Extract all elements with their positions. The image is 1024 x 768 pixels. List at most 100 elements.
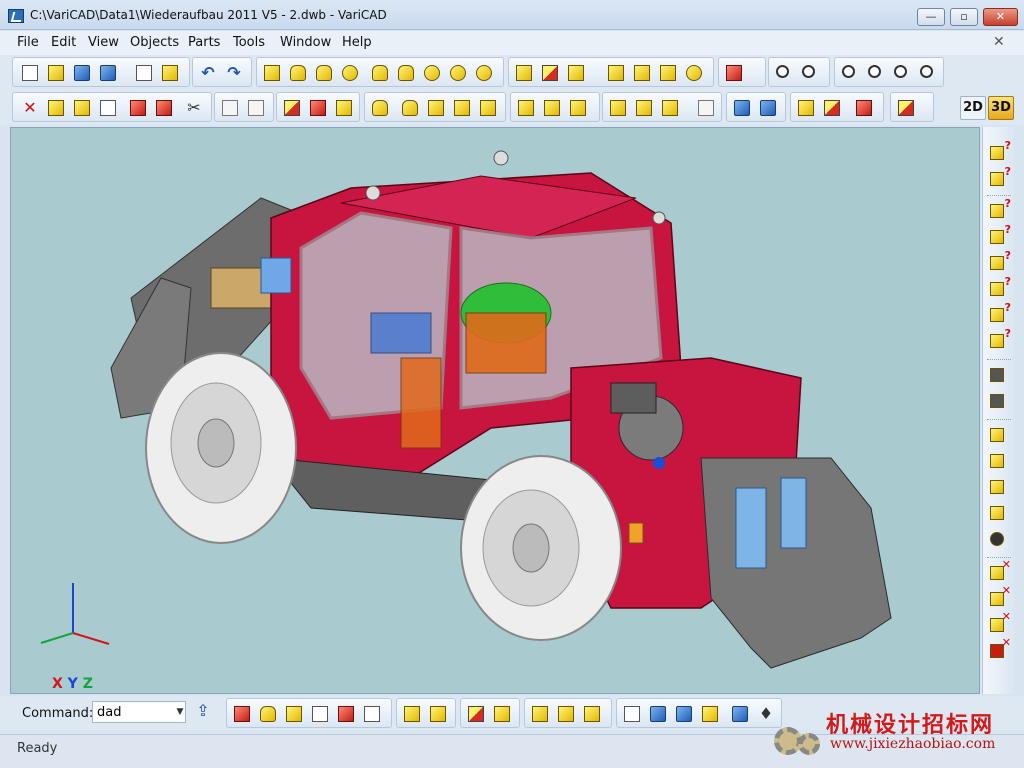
cylinder-icon[interactable] xyxy=(287,62,309,84)
box-solid-icon[interactable] xyxy=(231,703,253,725)
revolve-icon[interactable] xyxy=(473,62,495,84)
export-icon[interactable] xyxy=(853,97,875,119)
menu-help[interactable]: Help xyxy=(342,35,372,50)
measure-edge-icon[interactable]: ? xyxy=(987,249,1011,275)
fillet-icon[interactable] xyxy=(451,97,473,119)
boolean-sub-icon[interactable] xyxy=(515,97,537,119)
zoom-out-icon[interactable] xyxy=(865,62,887,84)
profile-l-icon[interactable] xyxy=(283,703,305,725)
explode-icon[interactable] xyxy=(633,97,655,119)
measure-mass-icon[interactable]: ? xyxy=(987,327,1011,353)
check-icon[interactable] xyxy=(795,97,817,119)
section-view-icon[interactable] xyxy=(309,703,331,725)
section-detail-icon[interactable] xyxy=(335,703,357,725)
boolean-add-icon[interactable] xyxy=(477,97,499,119)
edit-group-icon[interactable] xyxy=(427,703,449,725)
menu-parts[interactable]: Parts xyxy=(188,35,220,50)
insert-part-icon[interactable] xyxy=(659,97,681,119)
measure-volume-icon[interactable]: ? xyxy=(987,301,1011,327)
menu-tools[interactable]: Tools xyxy=(233,35,265,50)
delete-d-icon[interactable]: ✕ xyxy=(987,636,1011,663)
redo-icon[interactable]: ↷ xyxy=(223,62,245,84)
delete-c-icon[interactable]: ✕ xyxy=(987,610,1011,637)
kinematics-icon[interactable] xyxy=(757,97,779,119)
command-dropdown-icon[interactable]: ▼ xyxy=(174,702,186,722)
zoom-next-icon[interactable] xyxy=(917,62,939,84)
trim-icon[interactable]: ✂ xyxy=(183,97,205,119)
menu-view[interactable]: View xyxy=(88,35,119,50)
menu-window[interactable]: Window xyxy=(280,35,331,50)
rotate-part-icon[interactable] xyxy=(987,475,1011,499)
sphere-icon[interactable] xyxy=(339,62,361,84)
save-all-icon[interactable] xyxy=(97,62,119,84)
section-cut-icon[interactable] xyxy=(361,703,383,725)
verify-icon[interactable] xyxy=(699,703,721,725)
links-icon[interactable] xyxy=(673,703,695,725)
check-all-toolbar-icon[interactable] xyxy=(821,97,843,119)
maximize-button[interactable]: ▫ xyxy=(950,8,978,26)
document-close-button[interactable]: ✕ xyxy=(993,34,1005,50)
mirror-icon[interactable] xyxy=(127,97,149,119)
measure-surface-icon[interactable]: ? xyxy=(987,275,1011,301)
profile-icon[interactable] xyxy=(631,62,653,84)
menu-objects[interactable]: Objects xyxy=(130,35,179,50)
check-interference-icon[interactable] xyxy=(987,363,1011,387)
group-icon[interactable] xyxy=(567,97,589,119)
title-bar[interactable]: C:\VariCAD\Data1\Wiederaufbau 2011 V5 - … xyxy=(0,0,1024,30)
command-input[interactable] xyxy=(92,701,186,723)
export-part-icon[interactable] xyxy=(987,501,1011,525)
snap-icon[interactable] xyxy=(729,703,751,725)
settings-icon[interactable] xyxy=(555,703,577,725)
open-file-icon[interactable] xyxy=(45,62,67,84)
copy-icon[interactable] xyxy=(133,62,155,84)
attributes-icon[interactable] xyxy=(465,703,487,725)
measure-coord-icon[interactable]: ? xyxy=(987,223,1011,249)
add-part-icon[interactable] xyxy=(491,703,513,725)
thread-icon[interactable] xyxy=(399,97,421,119)
assembly-icon[interactable] xyxy=(695,97,717,119)
move-object-icon[interactable] xyxy=(71,97,93,119)
attribute-icon[interactable] xyxy=(97,97,119,119)
chamfer-icon[interactable] xyxy=(425,97,447,119)
bend-icon[interactable] xyxy=(421,62,443,84)
parts-library-icon[interactable] xyxy=(895,97,917,119)
bom-icon[interactable] xyxy=(621,703,643,725)
move-up-icon[interactable] xyxy=(987,449,1011,473)
3d-viewport[interactable] xyxy=(10,127,980,694)
move-down-icon[interactable] xyxy=(987,423,1011,447)
light-icon[interactable]: ♦ xyxy=(755,703,777,725)
ungroup-icon[interactable] xyxy=(607,97,629,119)
refresh-icon[interactable] xyxy=(987,527,1011,551)
rib-icon[interactable] xyxy=(683,62,705,84)
delete-icon[interactable]: ✕ xyxy=(19,97,41,119)
transform-icon[interactable] xyxy=(45,97,67,119)
minimize-button[interactable]: — xyxy=(917,8,945,26)
command-execute-icon[interactable]: ⇪ xyxy=(192,701,214,723)
zoom-prev-icon[interactable] xyxy=(891,62,913,84)
edit-solid-icon[interactable] xyxy=(401,703,423,725)
constraint-icon[interactable] xyxy=(731,97,753,119)
delete-b-icon[interactable]: ✕ xyxy=(987,584,1011,611)
wireframe-icon[interactable] xyxy=(219,97,241,119)
drill-icon[interactable] xyxy=(369,97,391,119)
rotate-icon[interactable] xyxy=(565,62,587,84)
tube-icon[interactable] xyxy=(369,62,391,84)
zoom-window-icon[interactable] xyxy=(773,62,795,84)
query-icon[interactable] xyxy=(529,703,551,725)
delete-a-icon[interactable]: ✕ xyxy=(987,558,1011,585)
cylinder-solid-icon[interactable] xyxy=(257,703,279,725)
measure-angle-icon[interactable]: ? xyxy=(987,197,1011,223)
cone-icon[interactable] xyxy=(313,62,335,84)
menu-file[interactable]: File xyxy=(17,35,39,50)
wedge-icon[interactable] xyxy=(657,62,679,84)
zoom-fit-icon[interactable] xyxy=(799,62,821,84)
boolean-int-icon[interactable] xyxy=(541,97,563,119)
layer-color-icon[interactable] xyxy=(281,97,303,119)
view-2d-button[interactable]: 2D xyxy=(960,96,986,120)
shaded-icon[interactable] xyxy=(245,97,267,119)
structure-icon[interactable] xyxy=(647,703,669,725)
undo-icon[interactable]: ↶ xyxy=(197,62,219,84)
menu-edit[interactable]: Edit xyxy=(51,35,76,50)
cut-icon[interactable] xyxy=(333,97,355,119)
paste-icon[interactable] xyxy=(159,62,181,84)
